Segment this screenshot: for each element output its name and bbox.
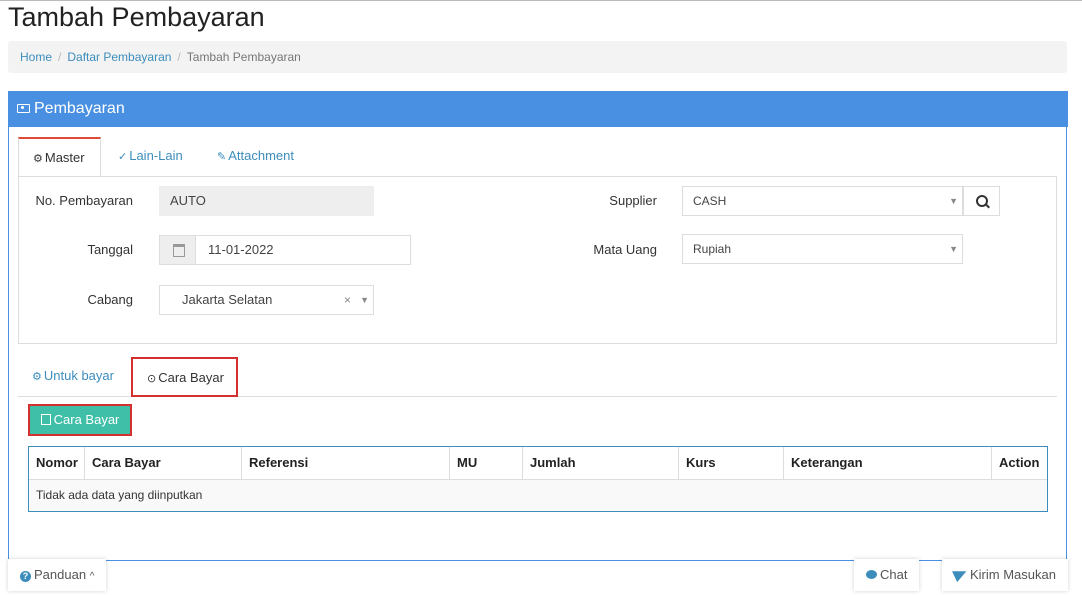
panel-title: Pembayaran: [34, 100, 125, 117]
add-cara-bayar-button[interactable]: Cara Bayar: [28, 404, 132, 436]
chat-button[interactable]: Chat: [854, 559, 920, 591]
mata-uang-select[interactable]: Rupiah ▼: [682, 234, 963, 264]
breadcrumb-daftar-pembayaran[interactable]: Daftar Pembayaran: [67, 50, 171, 64]
no-pembayaran-label: No. Pembayaran: [35, 193, 133, 208]
chevron-down-icon: ▼: [949, 244, 958, 254]
mata-uang-label: Mata Uang: [593, 242, 657, 257]
supplier-label: Supplier: [609, 193, 657, 208]
question-icon: ?: [20, 571, 31, 582]
check-circle-icon: ⊙: [147, 373, 157, 385]
chevron-down-icon: ▼: [949, 196, 958, 206]
col-kurs: Kurs: [679, 447, 784, 479]
tab-master[interactable]: ⚙ Master: [18, 137, 101, 177]
top-border: [0, 0, 1082, 1]
calendar-icon[interactable]: [160, 236, 196, 264]
chat-icon: [866, 570, 877, 579]
chevron-down-icon: ▼: [360, 295, 369, 305]
col-mu: MU: [450, 447, 523, 479]
col-referensi: Referensi: [242, 447, 450, 479]
col-keterangan: Keterangan: [784, 447, 992, 479]
tab-lain-lain[interactable]: ✓ Lain-Lain: [104, 137, 197, 177]
check-circle-icon: ✓: [118, 151, 128, 163]
panel-header: Pembayaran: [9, 91, 1068, 127]
col-cara-bayar: Cara Bayar: [85, 447, 242, 479]
cara-bayar-table: Nomor Cara Bayar Referensi MU Jumlah Kur…: [28, 446, 1048, 512]
kirim-masukan-button[interactable]: Kirim Masukan: [942, 559, 1068, 591]
tab-untuk-bayar[interactable]: ⚙ Untuk bayar: [18, 357, 128, 397]
cabang-select[interactable]: Jakarta Selatan × ▼: [159, 285, 374, 315]
cabang-label: Cabang: [87, 292, 133, 307]
col-action: Action: [999, 455, 1040, 470]
panduan-button[interactable]: ? Panduan ^: [8, 559, 107, 591]
tanggal-label: Tanggal: [87, 242, 133, 257]
paperclip-icon: ✎: [217, 151, 227, 163]
tanggal-input[interactable]: 11-01-2022: [159, 235, 411, 265]
breadcrumb: Home / Daftar Pembayaran / Tambah Pembayaran: [8, 41, 1067, 73]
breadcrumb-current: Tambah Pembayaran: [186, 50, 301, 64]
breadcrumb-home[interactable]: Home: [20, 50, 52, 64]
supplier-select[interactable]: CASH ▼: [682, 186, 963, 216]
no-pembayaran-input[interactable]: AUTO: [159, 186, 374, 216]
pembayaran-panel: Pembayaran ⚙ Master ✓ Lain-Lain ✎ Attachmen…: [8, 91, 1068, 561]
page-title: Tambah Pembayaran: [8, 2, 265, 32]
send-icon: [952, 565, 969, 583]
gears-icon: ⚙: [32, 371, 42, 383]
gears-icon: ⚙: [33, 153, 43, 165]
clear-icon[interactable]: ×: [344, 286, 351, 314]
tab-cara-bayar[interactable]: ⊙ Cara Bayar: [131, 357, 238, 397]
copy-icon: [40, 414, 51, 425]
col-jumlah: Jumlah: [523, 447, 679, 479]
supplier-search-button[interactable]: [963, 186, 1000, 216]
col-nomor: Nomor: [29, 447, 85, 479]
table-empty-row: Tidak ada data yang diinputkan: [29, 479, 1047, 511]
money-icon: [17, 104, 30, 113]
master-form: No. Pembayaran AUTO Tanggal 11-01-2022 C…: [18, 176, 1057, 344]
chevron-up-icon: ^: [89, 571, 95, 582]
tab-attachment[interactable]: ✎ Attachment: [203, 137, 308, 177]
